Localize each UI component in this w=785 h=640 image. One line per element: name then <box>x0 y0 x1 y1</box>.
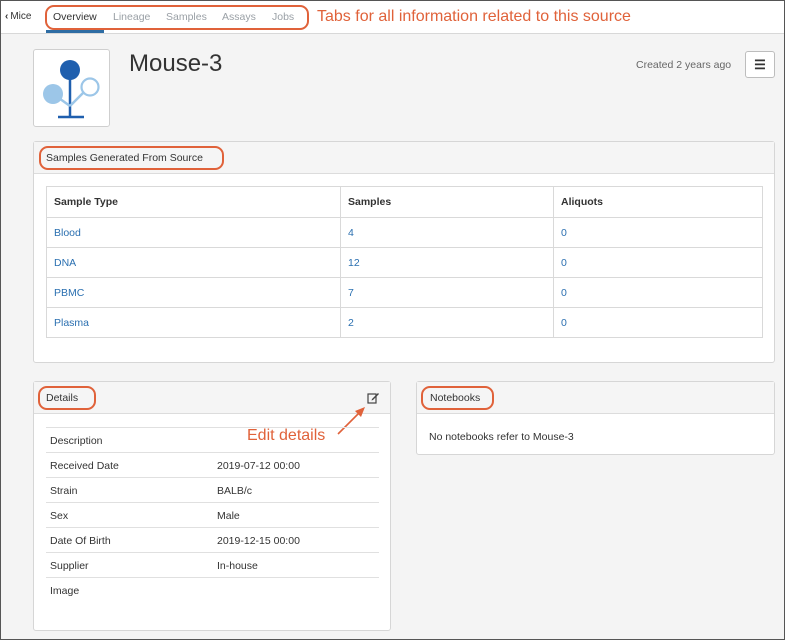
notebooks-title-annotation-box <box>421 386 494 410</box>
notebooks-empty-text: No notebooks refer to Mouse-3 <box>429 431 574 443</box>
detail-key: Date Of Birth <box>50 535 111 547</box>
detail-key: Description <box>50 435 103 447</box>
table-row: Blood 4 0 <box>46 217 763 248</box>
page-title: Mouse-3 <box>129 50 223 77</box>
sample-type-link[interactable]: Plasma <box>46 307 341 338</box>
aliquots-count-link[interactable]: 0 <box>553 247 763 278</box>
detail-key: Image <box>50 585 80 597</box>
detail-value: In-house <box>217 560 258 572</box>
samples-panel: Samples Generated From Source Sample Typ… <box>33 141 775 363</box>
samples-count-link[interactable]: 4 <box>340 217 554 248</box>
sample-type-link[interactable]: PBMC <box>46 277 341 308</box>
detail-value: 2019-07-12 00:00 <box>217 460 300 472</box>
table-row: PBMC 7 0 <box>46 277 763 308</box>
detail-key: Strain <box>50 485 78 497</box>
tabs-annotation-box <box>45 5 309 30</box>
detail-row: Date Of Birth 2019-12-15 00:00 <box>46 527 379 552</box>
detail-row: Description <box>46 427 379 452</box>
samples-table: Sample Type Samples Aliquots Blood 4 0 D… <box>46 186 763 338</box>
table-row: DNA 12 0 <box>46 247 763 278</box>
sample-type-link[interactable]: DNA <box>46 247 341 278</box>
samples-count-link[interactable]: 12 <box>340 247 554 278</box>
source-logo <box>33 49 110 127</box>
detail-row: Supplier In-house <box>46 552 379 577</box>
active-tab-indicator <box>46 30 104 33</box>
actions-menu-button[interactable]: ☰ <box>745 51 775 78</box>
back-link[interactable]: ‹ Mice <box>5 11 31 22</box>
samples-title-annotation-box <box>39 146 224 170</box>
detail-value: Male <box>217 510 240 522</box>
table-header-row: Sample Type Samples Aliquots <box>46 186 763 218</box>
sample-type-link[interactable]: Blood <box>46 217 341 248</box>
detail-value: 2019-12-15 00:00 <box>217 535 300 547</box>
column-header-sample-type[interactable]: Sample Type <box>46 186 341 218</box>
app-frame: ‹ Mice Overview Lineage Samples Assays Jo… <box>0 0 785 640</box>
samples-count-link[interactable]: 7 <box>340 277 554 308</box>
tabs-annotation-text: Tabs for all information related to this… <box>317 8 631 25</box>
detail-row: Strain BALB/c <box>46 477 379 502</box>
details-list: Description Received Date 2019-07-12 00:… <box>46 427 379 602</box>
aliquots-count-link[interactable]: 0 <box>553 217 763 248</box>
aliquots-count-link[interactable]: 0 <box>553 307 763 338</box>
chevron-left-icon: ‹ <box>5 11 9 22</box>
column-header-aliquots[interactable]: Aliquots <box>553 186 763 218</box>
detail-row: Received Date 2019-07-12 00:00 <box>46 452 379 477</box>
created-text: Created 2 years ago <box>636 59 732 71</box>
detail-row: Sex Male <box>46 502 379 527</box>
detail-key: Supplier <box>50 560 89 572</box>
back-link-label: Mice <box>10 11 32 22</box>
samples-count-link[interactable]: 2 <box>340 307 554 338</box>
source-tree-icon <box>43 60 100 119</box>
details-title-annotation-box <box>38 386 96 410</box>
hamburger-icon: ☰ <box>754 56 766 72</box>
detail-key: Received Date <box>50 460 119 472</box>
detail-row: Image <box>46 577 379 602</box>
detail-value: BALB/c <box>217 485 253 497</box>
column-header-samples[interactable]: Samples <box>340 186 554 218</box>
aliquots-count-link[interactable]: 0 <box>553 277 763 308</box>
detail-key: Sex <box>50 510 69 522</box>
table-row: Plasma 2 0 <box>46 307 763 338</box>
